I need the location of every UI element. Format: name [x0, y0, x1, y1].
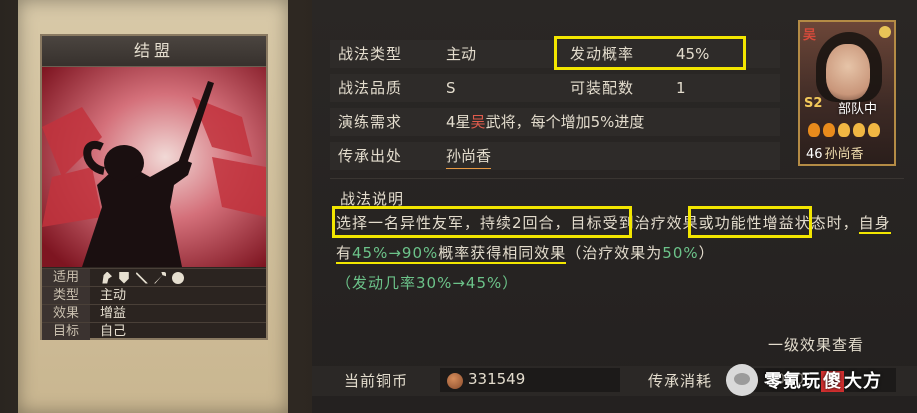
slots-value: 1 — [676, 79, 686, 97]
card-title: 结盟 — [42, 36, 266, 67]
level1-effect-link[interactable]: 一级效果查看 — [768, 334, 864, 355]
money-box — [440, 368, 620, 392]
wheel-icon — [172, 271, 184, 284]
portrait-face — [826, 44, 870, 100]
money-value: 331549 — [468, 370, 526, 388]
desc-seg-rate: 45%→90% — [352, 244, 439, 262]
prop-row-type: 类型 主动 — [42, 286, 266, 304]
practice-star: 4星 — [446, 113, 471, 131]
wechat-icon — [726, 364, 758, 396]
section-divider — [330, 178, 904, 179]
row-quality: 战法品质 S 可装配数 1 — [330, 74, 780, 102]
watermark-post: 大方 — [844, 371, 882, 392]
prop-row-applicable: 适用 — [42, 268, 266, 286]
row-inherit: 传承出处 孙尚香 — [330, 142, 780, 170]
star-icon — [853, 123, 865, 137]
general-portrait[interactable]: 吴 S2 部队中 46 孙尚香 — [798, 20, 896, 166]
portrait-stars — [808, 123, 880, 137]
portrait-name-line: 46 孙尚香 — [806, 143, 864, 162]
quality-label: 战法品质 — [338, 79, 403, 97]
prop-value: 增益 — [100, 306, 127, 321]
star-icon — [868, 123, 880, 137]
watermark: 零氪玩傻大方 — [726, 358, 912, 402]
inherit-label: 传承出处 — [338, 147, 403, 165]
spear-icon — [154, 271, 166, 284]
portrait-season: S2 — [804, 96, 823, 111]
prop-value: 主动 — [100, 288, 127, 303]
bow-icon — [136, 271, 148, 284]
card-properties: 适用 类型 主动 效果 增益 目标 自己 — [42, 268, 266, 340]
quality-value: S — [446, 79, 456, 97]
inherit-source-link[interactable]: 孙尚香 — [446, 144, 492, 169]
desc-seg-same: 概率获得相同效果 — [438, 244, 567, 262]
watermark-text: 零氪玩傻大方 — [764, 367, 882, 393]
prop-row-target: 目标 自己 — [42, 322, 266, 340]
practice-rest: 武将，每个增加5%进度 — [485, 113, 645, 131]
prop-value: 自己 — [100, 324, 127, 339]
heal-effect-highlight — [688, 206, 812, 238]
ally-duration-highlight — [332, 206, 632, 238]
practice-kingdom: 吴 — [470, 113, 486, 131]
practice-label: 演练需求 — [338, 113, 403, 131]
slots-label: 可装配数 — [570, 79, 635, 97]
portrait-level: 46 — [806, 147, 823, 162]
prop-row-effect: 效果 增益 — [42, 304, 266, 322]
type-label: 战法类型 — [338, 45, 403, 63]
prop-key: 目标 — [42, 323, 90, 340]
watermark-red: 傻 — [821, 371, 844, 392]
prop-key: 类型 — [42, 287, 90, 304]
coin-icon — [879, 26, 891, 38]
portrait-kingdom: 吴 — [803, 28, 817, 43]
desc-seg-trigger: （发动几率30%→45%） — [336, 274, 519, 292]
portrait-name: 孙尚香 — [824, 147, 864, 162]
cavalry-icon — [102, 271, 112, 284]
row-practice: 演练需求 4星吴武将，每个增加5%进度 — [330, 108, 780, 136]
prop-key: 适用 — [42, 269, 90, 286]
desc-seg-heal-rate: 50% — [662, 244, 699, 262]
watermark-pre: 零氪玩 — [764, 371, 821, 392]
tactic-card: 结盟 适用 类型 主动 效果 增益 目标 自己 — [18, 0, 288, 413]
star-icon — [808, 123, 820, 137]
tactic-art-svg — [42, 67, 266, 267]
cost-label: 传承消耗 — [648, 372, 713, 390]
trigger-rate-highlight — [554, 36, 746, 70]
portrait-troop: 部队中 — [838, 102, 878, 117]
prop-key: 效果 — [42, 305, 90, 322]
money-label: 当前铜币 — [344, 372, 409, 390]
applicable-troop-icons — [90, 269, 184, 286]
star-icon — [838, 123, 850, 137]
tactic-card-inner: 结盟 适用 类型 主动 效果 增益 目标 自己 — [40, 34, 268, 340]
desc-seg-heal-open: （治疗效果为 — [566, 244, 663, 262]
shield-icon — [119, 271, 129, 284]
star-icon — [823, 123, 835, 137]
tactic-art-image — [42, 67, 266, 267]
desc-seg-heal-close: ） — [698, 244, 715, 262]
copper-coin-icon — [447, 373, 463, 389]
type-value: 主动 — [446, 45, 477, 63]
practice-value: 4星吴武将，每个增加5%进度 — [446, 108, 644, 136]
